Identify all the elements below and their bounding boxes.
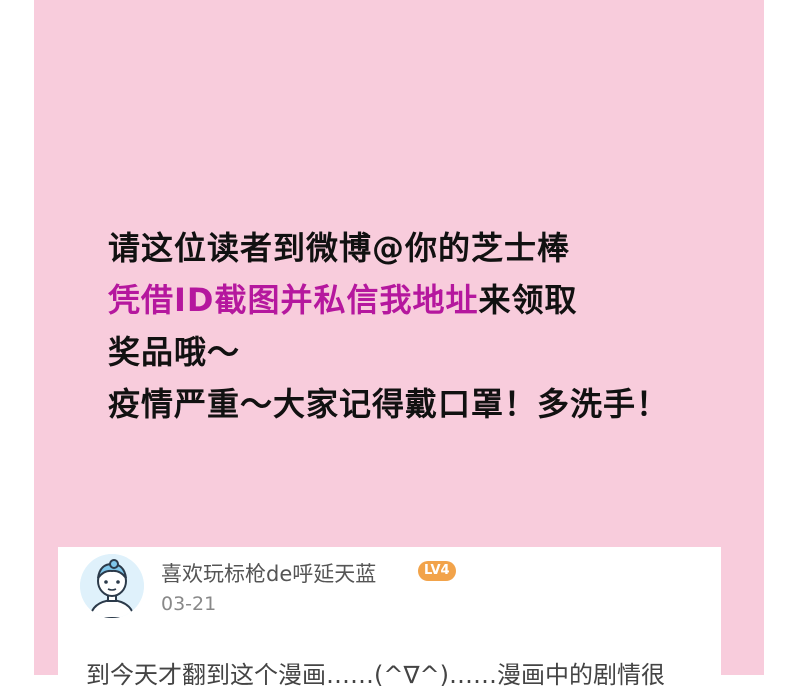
user-avatar-icon	[80, 554, 144, 618]
level-badge: LV4	[418, 561, 456, 581]
announcement-line-3: 奖品哦～	[108, 333, 241, 371]
comment-card: 喜欢玩标枪de呼延天蓝 LV4 03-21 到今天才翻到这个漫画……(^∇^)……	[58, 547, 721, 689]
announcement-line-2: 凭借ID截图并私信我地址来领取	[108, 274, 768, 326]
announcement-text: 请这位读者到微博@你的芝士棒 凭借ID截图并私信我地址来领取 奖品哦～ 疫情严重…	[108, 222, 768, 430]
username[interactable]: 喜欢玩标枪de呼延天蓝	[161, 558, 376, 588]
announcement-line-1: 请这位读者到微博@你的芝士棒	[108, 229, 571, 267]
avatar[interactable]	[80, 554, 144, 618]
announcement-highlight: 凭借ID截图并私信我地址	[108, 281, 479, 319]
comment-body: 到今天才翻到这个漫画……(^∇^)……漫画中的剧情很	[86, 661, 665, 689]
announcement-line-2-rest: 来领取	[478, 281, 578, 319]
announcement-line-4: 疫情严重～大家记得戴口罩！多洗手！	[108, 385, 670, 423]
comment-date: 03-21	[161, 593, 217, 615]
